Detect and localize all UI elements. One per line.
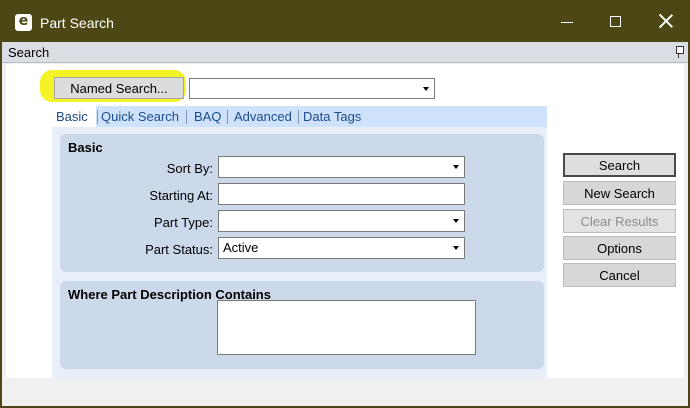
sort-by-label: Sort By: — [166, 161, 213, 176]
part-type-label: Part Type: — [153, 215, 213, 230]
minimize-button[interactable] — [547, 8, 587, 36]
maximize-icon — [610, 16, 621, 27]
description-group: Where Part Description Contains — [60, 281, 544, 369]
pin-icon[interactable] — [674, 46, 684, 58]
tab-basic[interactable]: Basic — [52, 106, 96, 127]
part-status-select[interactable]: Active — [218, 237, 465, 259]
minimize-icon — [561, 22, 573, 23]
tab-separator — [227, 110, 228, 124]
sort-by-select[interactable] — [218, 156, 465, 178]
dropdown-arrow-icon — [453, 165, 459, 169]
tab-baq[interactable]: BAQ — [190, 106, 225, 127]
dropdown-arrow-icon — [453, 246, 459, 250]
part-status-label: Part Status: — [145, 242, 213, 257]
close-icon — [659, 14, 673, 28]
maximize-button[interactable] — [596, 8, 636, 36]
part-status-value: Active — [223, 240, 259, 255]
starting-at-label: Starting At: — [149, 188, 213, 203]
tab-quick-search[interactable]: Quick Search — [97, 106, 183, 127]
search-button[interactable]: Search — [563, 153, 676, 177]
dropdown-arrow-icon — [423, 87, 429, 91]
basic-group-title: Basic — [68, 140, 103, 155]
app-logo-icon: e — [15, 13, 32, 31]
basic-group: Basic Sort By: Starting At: Part Type: P… — [60, 134, 544, 272]
tab-data-tags[interactable]: Data Tags — [299, 106, 365, 127]
cancel-button[interactable]: Cancel — [563, 263, 676, 287]
title-bar[interactable]: e Part Search — [2, 2, 688, 42]
dropdown-arrow-icon — [453, 219, 459, 223]
search-tabs: Basic Quick Search BAQ Advanced Data Tag… — [52, 106, 547, 127]
tab-separator — [186, 110, 187, 124]
basic-tab-panel: Basic Sort By: Starting At: Part Type: P… — [52, 127, 547, 379]
tab-advanced[interactable]: Advanced — [230, 106, 296, 127]
part-type-select[interactable] — [218, 210, 465, 232]
search-panel-header: Search — [2, 42, 688, 63]
named-search-dropdown[interactable] — [189, 78, 435, 99]
panel-title: Search — [8, 45, 50, 60]
starting-at-input[interactable] — [218, 183, 465, 205]
close-button[interactable] — [646, 8, 686, 36]
clear-results-button: Clear Results — [563, 209, 676, 233]
bottom-strip — [6, 378, 684, 406]
options-button[interactable]: Options — [563, 236, 676, 260]
named-search-button[interactable]: Named Search... — [54, 77, 184, 99]
description-input[interactable] — [217, 300, 476, 355]
new-search-button[interactable]: New Search — [563, 181, 676, 205]
window-title: Part Search — [40, 15, 114, 31]
